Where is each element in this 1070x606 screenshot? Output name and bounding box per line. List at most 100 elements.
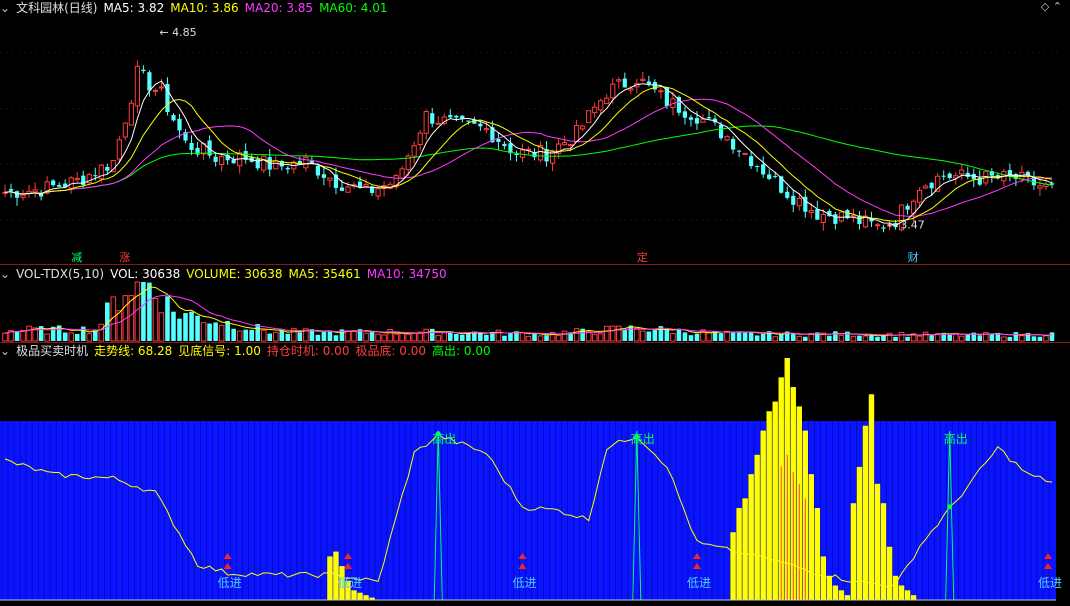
bottom-signal-bar-125 (754, 454, 760, 600)
volume-bar-54 (327, 330, 333, 341)
volume-bar-0 (2, 332, 8, 342)
volume-bar-100 (603, 325, 610, 342)
volume-bar-32 (195, 315, 200, 341)
candle-body-94 (568, 143, 574, 146)
volume-bar-172 (1037, 336, 1043, 341)
volume-bar-62 (375, 333, 381, 342)
volume-bar-55 (333, 335, 339, 341)
volume-bar-131 (790, 333, 796, 341)
volume-bar-98 (591, 333, 598, 342)
bottom-signal-bar-137 (826, 575, 833, 600)
volume-bar-31 (189, 311, 194, 341)
candle-body-97 (586, 110, 592, 124)
volume-bar-53 (321, 330, 327, 341)
candle-body-60 (363, 184, 369, 187)
volume-bar-162 (977, 335, 983, 341)
sell-signal-label-1: 高出 (631, 431, 655, 446)
volume-bar-3 (20, 329, 26, 342)
volume-bar-71 (429, 328, 435, 341)
volume-bar-83 (502, 335, 507, 341)
volume-bar-8 (50, 326, 56, 341)
volume-bar-122 (736, 331, 742, 341)
volume-bar-119 (718, 333, 724, 341)
sell-dot-2 (947, 504, 953, 510)
sell-signal-label-0: 高出 (432, 431, 456, 446)
volume-bar-44 (267, 333, 273, 341)
volume-bar-97 (585, 331, 592, 342)
candle-body-107 (646, 81, 651, 85)
candle-body-19 (116, 139, 122, 160)
candle-body-47 (285, 167, 290, 170)
volume-bar-113 (682, 332, 688, 341)
volume-bar-24 (147, 282, 152, 341)
candle-body-127 (767, 174, 772, 179)
candle-body-72 (435, 122, 441, 125)
volume-bar-38 (231, 328, 236, 341)
low-price-label: ← 3.47 (888, 218, 925, 231)
volume-bar-14 (86, 333, 93, 342)
volume-bar-168 (1013, 332, 1019, 341)
volume-bar-67 (405, 333, 411, 342)
candle-body-22 (134, 65, 140, 107)
candle-body-100 (604, 97, 610, 105)
candle-body-2 (14, 191, 20, 198)
volume-bar-154 (929, 335, 934, 341)
candle-body-115 (694, 118, 700, 124)
buy-signal-label-1: 低进 (338, 576, 362, 590)
volume-bar-45 (272, 331, 279, 342)
volume-bar-159 (958, 335, 965, 342)
volume-bar-35 (213, 322, 218, 341)
candle-body-128 (773, 176, 778, 178)
candle-body-28 (171, 114, 176, 121)
volume-bar-157 (947, 334, 952, 341)
volume-bar-129 (778, 334, 784, 341)
bottom-signal-bar-135 (814, 508, 821, 600)
bottom-signal-bar-147 (886, 546, 893, 600)
candle-body-122 (736, 150, 742, 152)
volume-bar-139 (838, 334, 845, 342)
volume-bar-27 (165, 296, 170, 341)
candle-body-26 (158, 86, 165, 89)
volume-bar-108 (652, 329, 658, 341)
volume-bar-7 (44, 333, 50, 342)
volume-bar-141 (850, 335, 857, 342)
candle-body-98 (592, 106, 598, 114)
bottom-signal-bar-139 (838, 590, 845, 600)
volume-bar-117 (706, 332, 712, 342)
candle-body-125 (755, 166, 760, 168)
candle-body-132 (796, 198, 802, 207)
candle-body-131 (791, 195, 796, 205)
volume-bar-105 (634, 327, 640, 342)
candle-body-130 (785, 191, 790, 198)
volume-bar-66 (399, 332, 405, 342)
candle-body-5 (32, 189, 38, 193)
volume-bar-142 (857, 335, 862, 341)
candle-body-119 (718, 124, 724, 139)
bottom-signal-bar-136 (820, 556, 827, 600)
candle-body-68 (411, 145, 417, 157)
volume-bar-166 (1001, 336, 1007, 342)
candle-body-101 (610, 83, 616, 99)
bottom-signal-bar-123 (742, 498, 748, 600)
candle-body-174 (1049, 183, 1055, 185)
volume-bar-104 (628, 325, 634, 341)
volume-bar-102 (615, 325, 622, 342)
candle-body-123 (742, 152, 748, 155)
candle-body-124 (749, 156, 754, 167)
candle-body-9 (57, 184, 62, 187)
volume-bar-121 (730, 331, 736, 341)
volume-bar-148 (893, 336, 898, 341)
volume-bar-63 (381, 334, 387, 342)
candle-body-25 (152, 89, 159, 92)
candle-body-104 (628, 88, 634, 91)
candle-body-135 (815, 209, 820, 220)
volume-bar-164 (989, 334, 995, 341)
candle-body-54 (327, 177, 333, 181)
candle-body-15 (93, 175, 98, 177)
volume-bar-132 (796, 335, 803, 342)
volume-bar-99 (597, 333, 604, 342)
volume-bar-80 (484, 334, 489, 341)
candle-body-77 (466, 120, 471, 122)
bottom-signal-bar-60 (363, 595, 369, 600)
bottom-signal-bar-148 (892, 575, 899, 600)
